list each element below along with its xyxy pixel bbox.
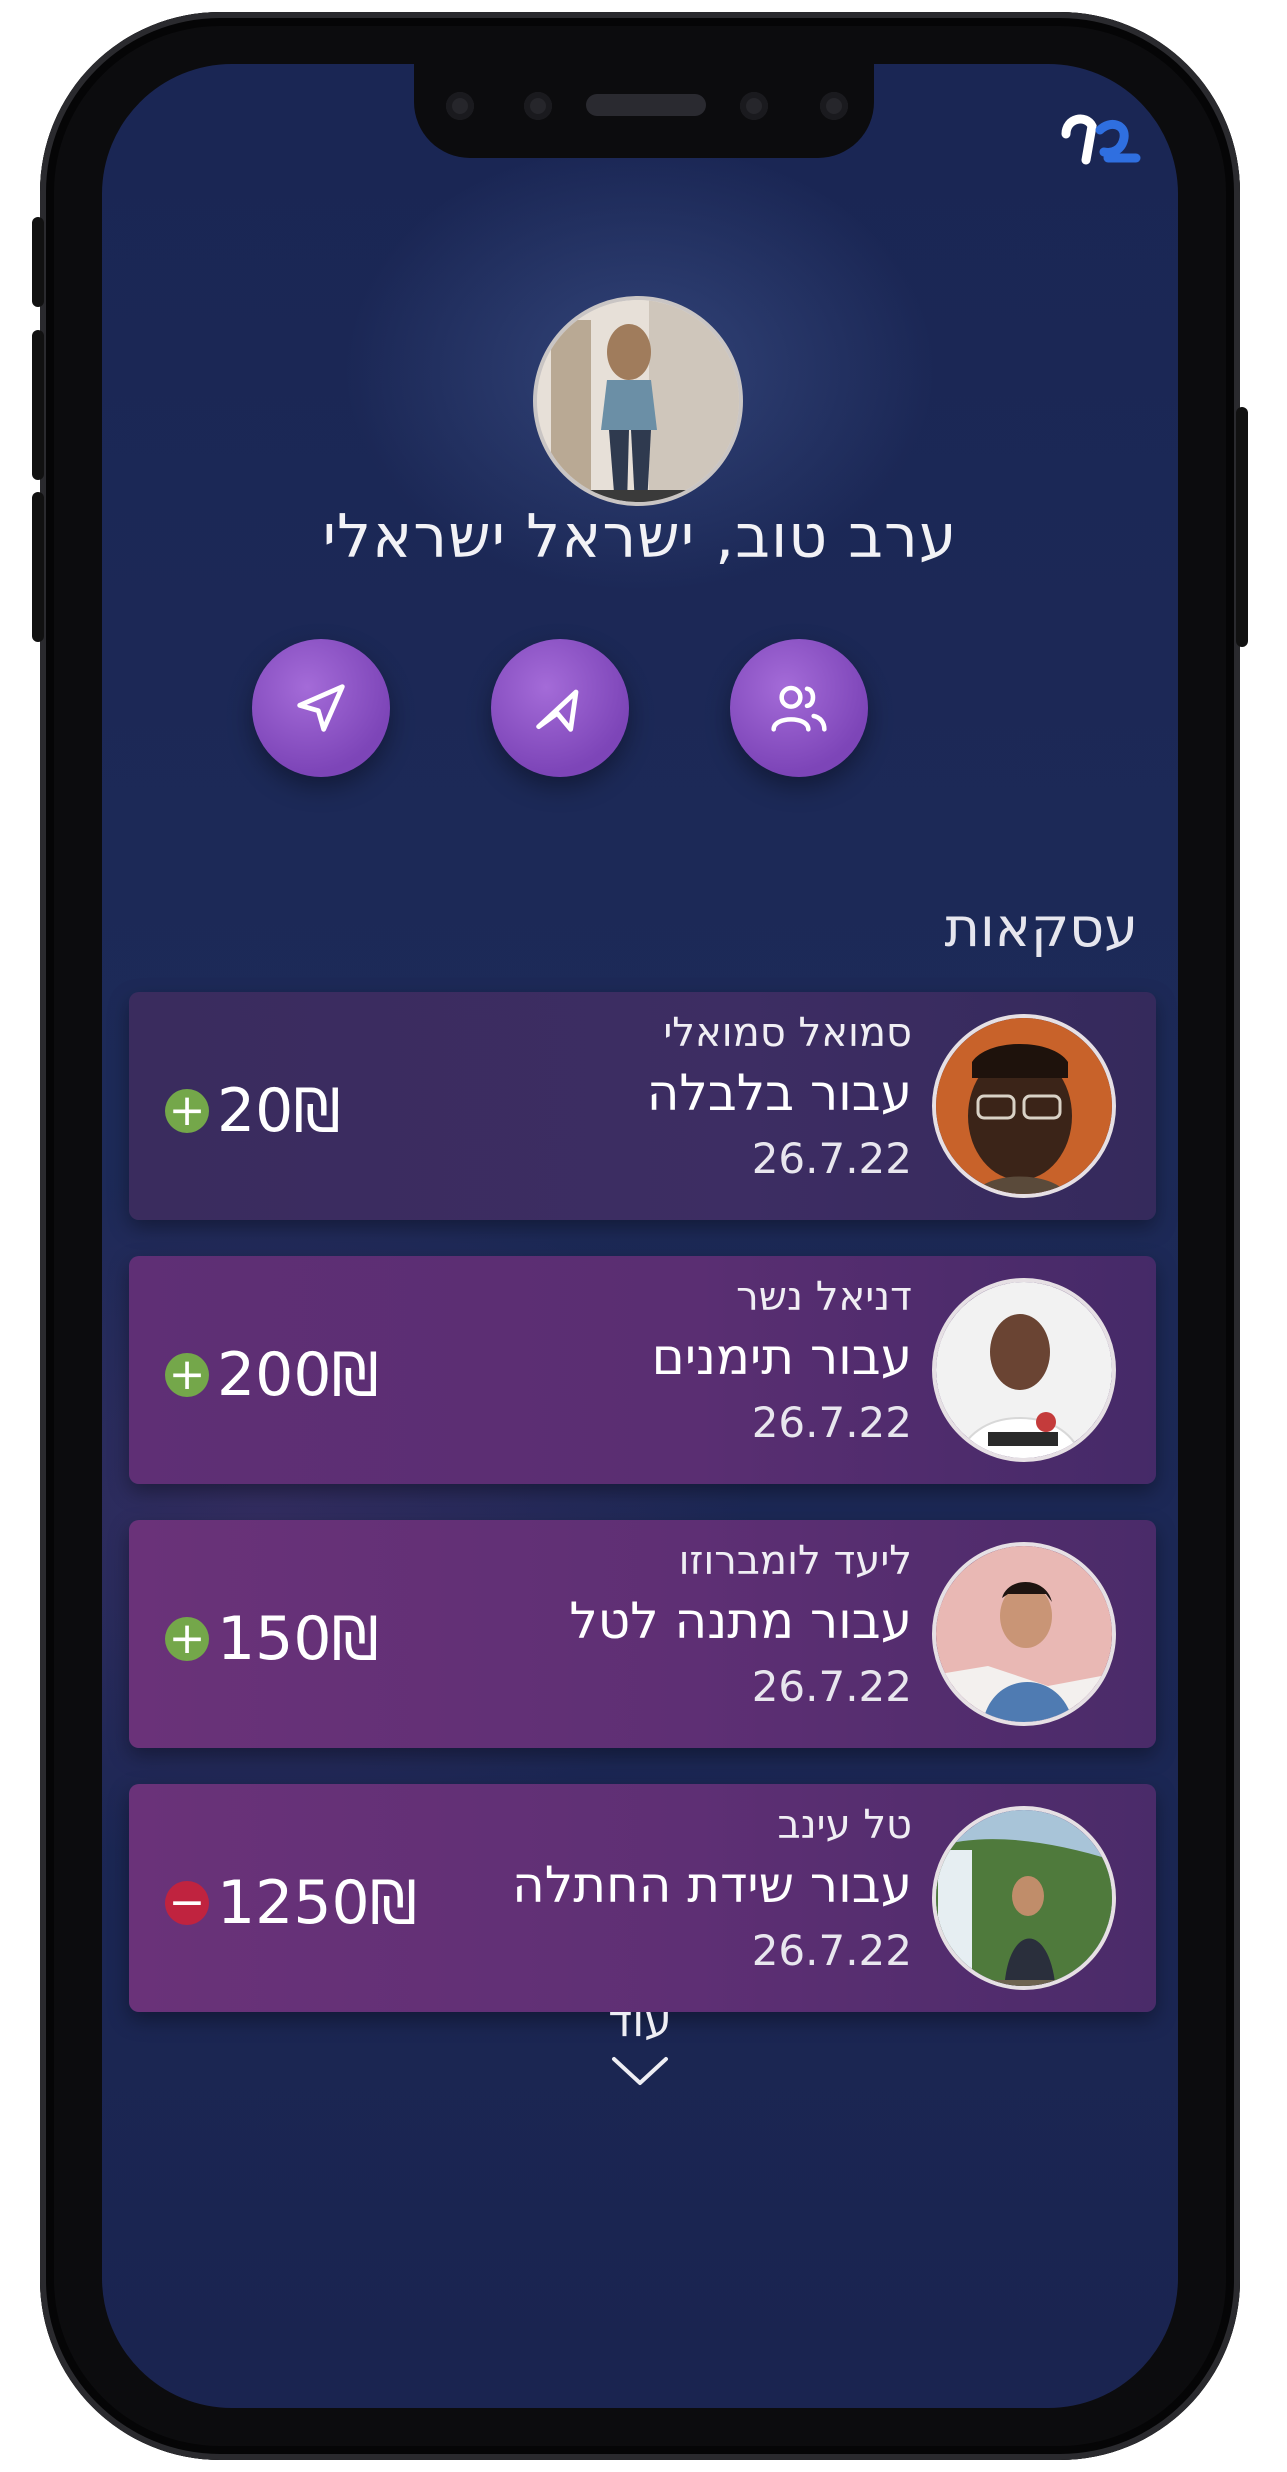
transaction-amount: + 20 ₪ <box>165 1076 340 1146</box>
contact-name: סמואל סמואלי <box>663 1010 912 1056</box>
volume-down-button <box>32 492 44 642</box>
amount-value: 20 <box>217 1076 294 1146</box>
transaction-purpose: עבור שידת החתלה <box>512 1856 912 1914</box>
front-camera <box>740 92 768 120</box>
notch <box>414 64 874 158</box>
contact-name: דניאל נשר <box>736 1274 912 1320</box>
contact-avatar <box>932 1278 1116 1462</box>
currency-symbol: ₪ <box>369 1868 417 1938</box>
mute-switch <box>32 217 44 307</box>
transaction-purpose: עבור תימנים <box>651 1328 912 1386</box>
transaction-card[interactable]: טל עינב עבור שידת החתלה 26.7.22 − 1250 ₪ <box>129 1784 1156 2012</box>
amount-value: 200 <box>217 1340 332 1410</box>
send-icon <box>297 684 345 732</box>
show-more-button[interactable]: עוד <box>102 1996 1178 2098</box>
show-more-label: עוד <box>608 1996 672 2047</box>
plus-icon: + <box>165 1617 209 1661</box>
app-screen: ערב טוב, ישראל ישראלי עסקאות סמואל סמואל… <box>102 64 1178 2408</box>
contact-name: טל עינב <box>777 1802 912 1848</box>
send-button[interactable] <box>252 639 390 777</box>
sensor-dot <box>446 92 474 120</box>
power-button <box>1236 407 1248 647</box>
navigate-icon <box>536 689 579 732</box>
transaction-purpose: עבור בלבלה <box>646 1064 912 1122</box>
contact-avatar <box>932 1806 1116 1990</box>
amount-value: 150 <box>217 1604 332 1674</box>
transaction-card[interactable]: ליעד לומברוזו עבור מתנה לטל 26.7.22 + 15… <box>129 1520 1156 1748</box>
minus-icon: − <box>165 1881 209 1925</box>
transaction-date: 26.7.22 <box>751 1134 912 1183</box>
sensor-dot <box>524 92 552 120</box>
contact-photo <box>936 1810 1112 1986</box>
transaction-purpose: עבור מתנה לטל <box>569 1592 912 1650</box>
transactions-heading: עסקאות <box>944 896 1138 959</box>
transaction-date: 26.7.22 <box>751 1662 912 1711</box>
transaction-card[interactable]: סמואל סמואלי עבור בלבלה 26.7.22 + 20 ₪ <box>129 992 1156 1220</box>
greeting-title: ערב טוב, ישראל ישראלי <box>322 502 958 572</box>
amount-value: 1250 <box>217 1868 370 1938</box>
volume-up-button <box>32 330 44 480</box>
plus-icon: + <box>165 1353 209 1397</box>
transaction-amount: + 200 ₪ <box>165 1340 379 1410</box>
navigate-button[interactable] <box>491 639 629 777</box>
transaction-card[interactable]: דניאל נשר עבור תימנים 26.7.22 + 200 ₪ <box>129 1256 1156 1484</box>
contact-avatar <box>932 1014 1116 1198</box>
sensor-dot <box>820 92 848 120</box>
bit-logo-icon <box>1061 114 1141 165</box>
contact-name: ליעד לומברוזו <box>678 1538 912 1584</box>
plus-icon: + <box>165 1089 209 1133</box>
contacts-button[interactable] <box>730 639 868 777</box>
user-avatar[interactable] <box>533 296 743 506</box>
contact-photo <box>936 1018 1112 1194</box>
phone-frame: ערב טוב, ישראל ישראלי עסקאות סמואל סמואל… <box>32 12 1248 2460</box>
transaction-amount: − 1250 ₪ <box>165 1868 417 1938</box>
earpiece-speaker <box>586 94 706 116</box>
currency-symbol: ₪ <box>293 1076 341 1146</box>
contact-avatar <box>932 1542 1116 1726</box>
transaction-date: 26.7.22 <box>751 1398 912 1447</box>
currency-symbol: ₪ <box>331 1340 379 1410</box>
chevron-down-icon <box>612 2057 668 2085</box>
transaction-date: 26.7.22 <box>751 1926 912 1975</box>
contact-photo <box>936 1282 1112 1458</box>
currency-symbol: ₪ <box>331 1604 379 1674</box>
user-photo <box>537 300 739 502</box>
transaction-amount: + 150 ₪ <box>165 1604 379 1674</box>
contact-photo <box>936 1546 1112 1722</box>
contacts-icon <box>771 685 827 732</box>
